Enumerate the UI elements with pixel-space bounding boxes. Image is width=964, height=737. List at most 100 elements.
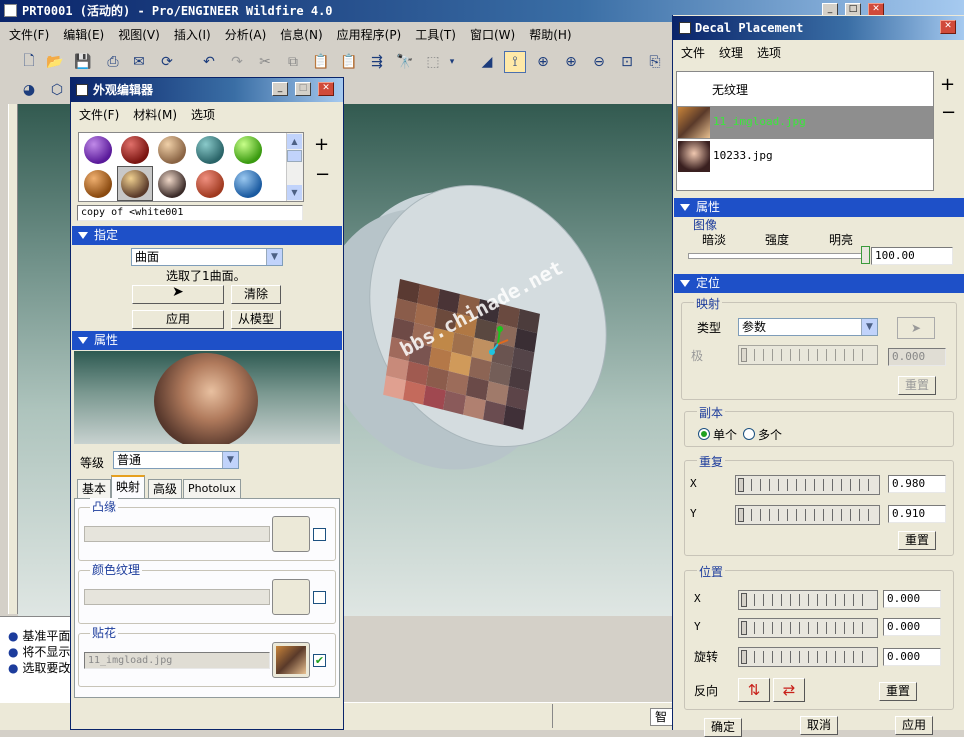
dp-add-button[interactable]: + — [940, 74, 955, 95]
scroll-down-icon[interactable]: ▼ — [287, 185, 302, 200]
menu-analysis[interactable]: 分析(A) — [218, 26, 274, 43]
repeat-y-field[interactable]: 0.910 — [888, 505, 946, 523]
swatch-face[interactable] — [158, 170, 186, 198]
swatch-teal[interactable] — [196, 136, 224, 164]
swatch-coral[interactable] — [196, 170, 224, 198]
surface-select[interactable]: 曲面 ▼ — [131, 248, 283, 266]
position-reset-button[interactable]: 重置 — [879, 682, 917, 701]
redo-icon[interactable]: ↷ — [226, 51, 248, 73]
ae-maximize-icon[interactable]: □ — [295, 82, 311, 96]
ae-minimize-icon[interactable]: _ — [272, 82, 288, 96]
swatch-purple[interactable] — [84, 136, 112, 164]
find-icon[interactable]: 🔭 — [394, 51, 416, 73]
dp-apply-button[interactable]: 应用 — [895, 716, 933, 735]
ae-menu-file[interactable]: 文件(F) — [72, 106, 126, 123]
selection-box-icon[interactable]: ⬚ — [422, 51, 444, 73]
repeat-y-slider[interactable] — [735, 505, 880, 525]
menu-info[interactable]: 信息(N) — [273, 26, 329, 43]
dp-menu-options[interactable]: 选项 — [750, 44, 788, 61]
menu-applications[interactable]: 应用程序(P) — [330, 26, 409, 43]
dp-close-icon[interactable]: ✕ — [940, 20, 956, 34]
tab-photolux[interactable]: Photolux — [183, 479, 241, 499]
save-icon[interactable]: 💾 — [72, 51, 94, 73]
dp-properties-header[interactable]: 属性 — [674, 198, 964, 217]
scroll-thumb[interactable] — [287, 150, 302, 162]
pos-y-field[interactable]: 0.000 — [883, 618, 941, 636]
flip-horizontal-icon[interactable]: ⇄ — [773, 678, 805, 702]
cancel-button[interactable]: 取消 — [800, 716, 838, 735]
cut-icon[interactable]: ✂ — [254, 51, 276, 73]
repeat-x-field[interactable]: 0.980 — [888, 475, 946, 493]
texture-item-none[interactable]: 无纹理 — [677, 72, 933, 105]
dp-menu-texture[interactable]: 纹理 — [712, 44, 750, 61]
rotate-slider[interactable] — [738, 647, 878, 667]
repeat-reset-button[interactable]: 重置 — [898, 531, 936, 550]
orientation-header[interactable]: 定位 — [674, 274, 964, 293]
texture-item-selected[interactable]: 11_imgload.jpg — [677, 106, 933, 139]
material-name-field[interactable]: copy of <white001 — [77, 205, 303, 221]
menu-edit[interactable]: 编辑(E) — [56, 26, 111, 43]
swatch-orange[interactable] — [84, 170, 112, 198]
undo-icon[interactable]: ↶ — [198, 51, 220, 73]
flip-vertical-icon[interactable]: ⇅ — [738, 678, 770, 702]
send-mail-icon[interactable]: ✉ — [128, 51, 150, 73]
model-display-icon[interactable]: ⬡ — [46, 79, 68, 101]
pos-x-slider[interactable] — [738, 590, 878, 610]
refit-icon[interactable]: ⊕ — [532, 51, 554, 73]
decal-checkbox[interactable]: ✔ — [313, 654, 326, 667]
from-model-button[interactable]: 从模型 — [231, 310, 281, 329]
menu-help[interactable]: 帮助(H) — [522, 26, 578, 43]
appearance-palette[interactable] — [78, 132, 304, 202]
intensity-slider-thumb[interactable] — [861, 246, 870, 264]
swatch-blue[interactable] — [234, 170, 262, 198]
menu-view[interactable]: 视图(V) — [111, 26, 167, 43]
zoom-in-icon[interactable]: ⊕ — [560, 51, 582, 73]
pos-x-field[interactable]: 0.000 — [883, 590, 941, 608]
ae-add-button[interactable]: + — [314, 134, 329, 155]
print-icon[interactable]: ⎙ — [102, 51, 124, 73]
ae-close-icon[interactable]: ✕ — [318, 82, 334, 96]
ae-menu-options[interactable]: 选项 — [184, 106, 222, 123]
paste-icon[interactable]: 📋 — [310, 51, 332, 73]
ae-properties-header[interactable]: 属性 — [72, 331, 342, 350]
paste-special-icon[interactable]: 📋 — [338, 51, 360, 73]
bump-checkbox[interactable] — [313, 528, 326, 541]
tab-advanced[interactable]: 高级 — [148, 479, 183, 499]
color-texture-button[interactable] — [272, 579, 310, 615]
spin-center-icon[interactable]: ◢ — [476, 51, 498, 73]
smart-filter[interactable]: 智 — [650, 708, 674, 726]
dp-menu-file[interactable]: 文件 — [674, 44, 712, 61]
clear-button[interactable]: 清除 — [231, 285, 281, 304]
scroll-up-icon[interactable]: ▲ — [287, 134, 302, 149]
single-radio[interactable] — [698, 428, 710, 440]
repaint-icon[interactable]: ⟳ — [156, 51, 178, 73]
color-texture-checkbox[interactable] — [313, 591, 326, 604]
intensity-field[interactable]: 100.00 — [871, 247, 953, 265]
zoom-fit-icon[interactable]: ⊡ — [616, 51, 638, 73]
ae-remove-button[interactable]: − — [315, 164, 330, 185]
appearance-palette-icon[interactable]: ◕ — [18, 79, 40, 101]
menu-insert[interactable]: 插入(I) — [167, 26, 218, 43]
intensity-slider[interactable] — [688, 253, 868, 259]
zoom-out-icon[interactable]: ⊖ — [588, 51, 610, 73]
texture-item-2[interactable]: 10233.jpg — [677, 140, 933, 173]
view-orient-icon[interactable]: ⎘ — [644, 51, 666, 73]
apply-button[interactable]: 应用 — [132, 310, 224, 329]
level-select[interactable]: 普通 ▼ — [113, 451, 239, 469]
copy-icon[interactable]: ⧉ — [282, 51, 304, 73]
open-folder-icon[interactable]: 📂 — [44, 51, 66, 73]
orient-mode-icon[interactable]: ⟟ — [504, 51, 526, 73]
swatch-decal[interactable] — [121, 170, 149, 198]
type-select[interactable]: 参数 ▼ — [738, 318, 878, 336]
new-file-icon[interactable]: 🗋 — [18, 51, 40, 73]
menu-window[interactable]: 窗口(W) — [463, 26, 522, 43]
assign-section-header[interactable]: 指定 — [72, 226, 342, 245]
ae-menu-material[interactable]: 材料(M) — [126, 106, 184, 123]
bump-texture-button[interactable] — [272, 516, 310, 552]
pos-y-slider[interactable] — [738, 618, 878, 638]
swatch-green[interactable] — [234, 136, 262, 164]
tab-basic[interactable]: 基本 — [77, 479, 112, 499]
dp-remove-button[interactable]: − — [941, 102, 956, 123]
multiple-radio[interactable] — [743, 428, 755, 440]
ok-button[interactable]: 确定 — [704, 718, 742, 737]
